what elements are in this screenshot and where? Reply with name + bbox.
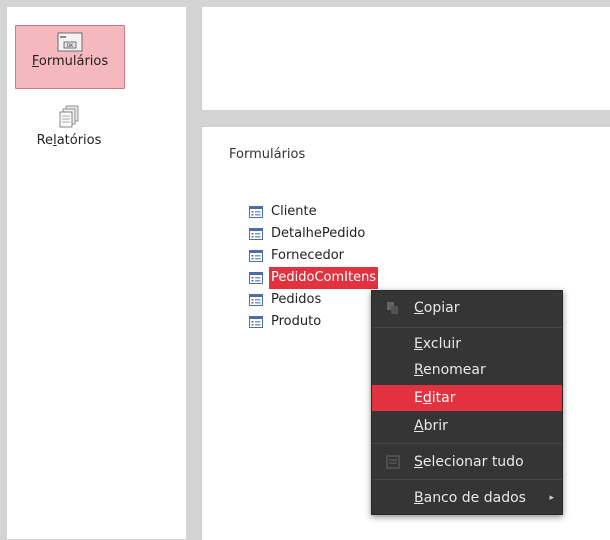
menu-item-open[interactable]: Abrir	[372, 413, 562, 439]
menu-item-rename[interactable]: Renomear	[372, 357, 562, 383]
form-document-icon	[249, 228, 263, 240]
form-document-icon	[249, 272, 263, 284]
reports-stack-icon	[59, 105, 79, 128]
menu-separator	[372, 443, 562, 444]
sidebar-item-reports-label: Relatórios	[36, 133, 102, 148]
select-all-icon	[386, 455, 400, 469]
list-item[interactable]: Fornecedor	[248, 245, 393, 267]
menu-item-delete[interactable]: Excluir	[372, 331, 562, 357]
list-item-label: Produto	[271, 314, 322, 329]
list-item-label: Pedidos	[271, 292, 322, 307]
copy-icon	[387, 302, 398, 314]
list-item-label: DetalhePedido	[271, 226, 366, 241]
sidebar-item-reports[interactable]: Relatórios	[15, 103, 123, 163]
preview-panel	[201, 7, 610, 111]
form-document-icon	[249, 316, 263, 328]
menu-separator	[372, 479, 562, 480]
list-item[interactable]: Cliente	[248, 201, 393, 223]
menu-item-select-all[interactable]: Selecionar tudo	[372, 449, 562, 475]
form-document-icon	[249, 206, 263, 218]
object-sidebar: OK Formulários Relatórios	[7, 7, 186, 539]
submenu-arrow-icon: ▸	[549, 493, 554, 503]
svg-text:OK: OK	[67, 43, 75, 49]
panel-title: Formulários	[229, 147, 306, 162]
form-document-icon	[249, 294, 263, 306]
context-menu: Copiar Excluir Renomear Editar Abrir Sel…	[371, 290, 563, 515]
list-item-label: Fornecedor	[271, 248, 345, 263]
menu-separator	[372, 327, 562, 328]
list-item-label: PedidoComItens	[269, 267, 379, 289]
list-item-selected[interactable]: PedidoComItens	[248, 267, 393, 289]
menu-item-edit[interactable]: Editar	[372, 385, 562, 411]
list-item[interactable]: DetalhePedido	[248, 223, 393, 245]
sidebar-item-forms-label: Formulários	[31, 54, 109, 69]
menu-item-database[interactable]: Banco de dados ▸	[372, 485, 562, 511]
list-item-label: Cliente	[271, 204, 317, 219]
form-document-icon	[249, 250, 263, 262]
menu-item-copy[interactable]: Copiar	[372, 295, 562, 321]
form-ok-icon: OK	[57, 32, 83, 52]
sidebar-item-forms[interactable]: OK Formulários	[15, 25, 125, 89]
